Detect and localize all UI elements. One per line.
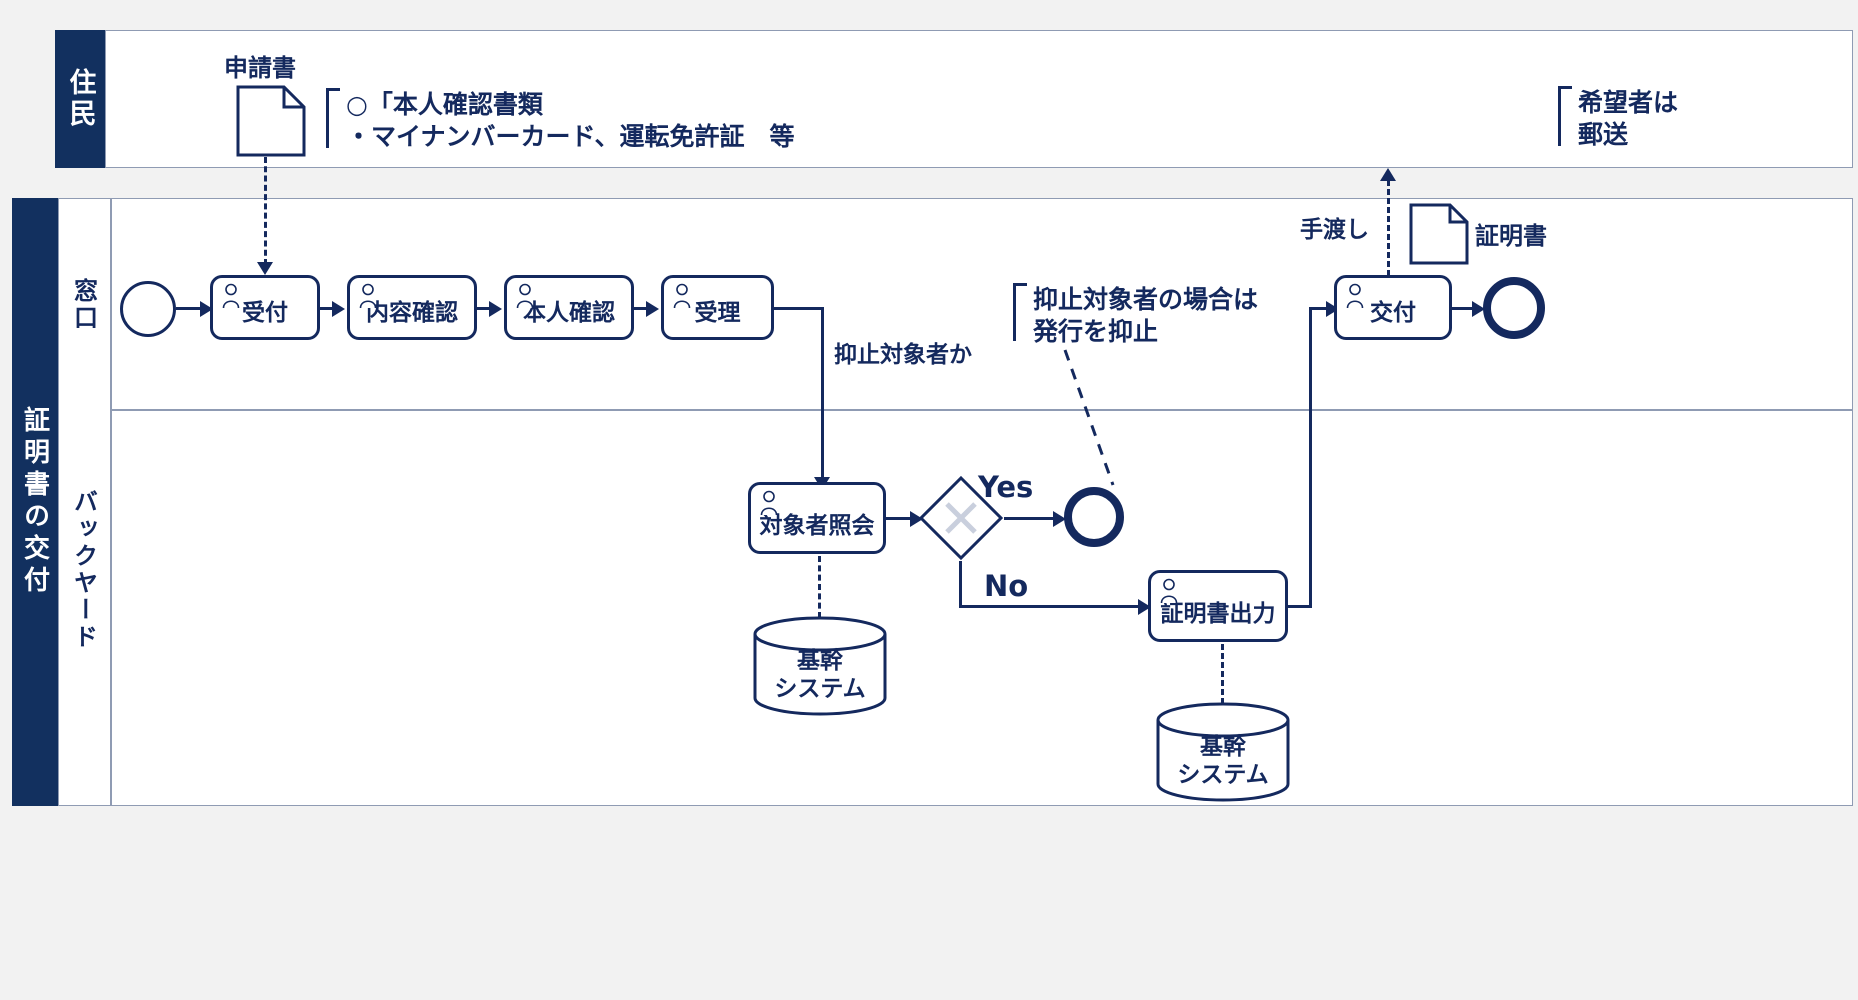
dashed-target-inquiry-to-db	[818, 556, 821, 618]
identity-docs-bracket	[326, 88, 340, 148]
db2-line1: 基幹	[1200, 734, 1246, 760]
certificate-document-icon	[1409, 203, 1469, 265]
task-target-inquiry-label: 対象者照会	[759, 512, 875, 539]
lane-label-column-divider	[110, 198, 112, 806]
arrowhead-delivery-to-resident	[1380, 168, 1396, 181]
handover-label: 手渡し	[1300, 217, 1369, 243]
mailing-line1: 希望者は	[1578, 88, 1679, 117]
mailing-line2: 郵送	[1578, 120, 1629, 149]
arrowhead-application-to-reception	[257, 262, 273, 275]
user-icon	[673, 283, 691, 309]
application-doc-label: 申請書	[224, 54, 296, 82]
application-document-icon	[236, 85, 306, 157]
lane-label-madoguchi: 窓口	[60, 260, 108, 350]
mailing-bracket	[1558, 86, 1572, 146]
connector-gateway-yes	[1004, 517, 1060, 520]
arrowhead-content-check-to-identity-check	[489, 301, 502, 317]
task-certificate-output-label: 証明書出力	[1160, 600, 1276, 627]
connector-certificate-output-up	[1309, 307, 1312, 607]
dashed-delivery-to-resident	[1387, 180, 1390, 276]
task-content-check[interactable]: 内容確認	[347, 275, 477, 340]
task-target-inquiry[interactable]: 対象者照会	[748, 482, 886, 554]
user-icon	[359, 283, 377, 309]
user-icon	[1346, 283, 1364, 309]
task-identity-check-label: 本人確認	[523, 300, 615, 327]
identity-docs-line2: ・マイナンバーカード、運転免許証 等	[346, 122, 795, 151]
certificate-doc-label: 証明書	[1475, 222, 1547, 250]
db1-line2: システム	[774, 675, 866, 702]
user-icon	[516, 283, 534, 309]
flowchart-canvas: 住民 申請書 ○「本人確認書類 ・マイナンバーカード、運転免許証 等 希望者は …	[0, 0, 1858, 1000]
lane-divider	[110, 409, 1853, 411]
user-icon	[222, 283, 240, 309]
task-content-check-label: 内容確認	[366, 300, 458, 327]
dashed-certificate-output-to-db	[1221, 644, 1224, 704]
end-event-delivered	[1483, 277, 1545, 339]
start-event	[120, 281, 176, 337]
connector-acceptance-right	[774, 307, 824, 310]
user-icon	[1160, 578, 1178, 604]
gateway-condition-label: 抑止対象者か	[834, 342, 972, 368]
lane-label-backyard: バックヤード	[60, 470, 108, 670]
task-identity-check[interactable]: 本人確認	[504, 275, 634, 340]
lane-label-backyard-text: バックヤード	[69, 489, 98, 651]
db1-line1: 基幹	[797, 648, 843, 674]
pool-header-certificate-issuance: 証明書の交付	[12, 198, 58, 806]
task-acceptance-label: 受理	[694, 300, 741, 327]
connector-acceptance-down	[821, 307, 824, 482]
database-core-system-1-label: 基幹 システム	[752, 648, 888, 703]
suppression-line2: 発行を抑止	[1033, 317, 1159, 346]
gateway-yes-label: Yes	[978, 470, 1034, 504]
pool-label-resident: 住民	[64, 68, 96, 130]
arrowhead-reception-to-content-check	[332, 301, 345, 317]
suppression-line1: 抑止対象者の場合は	[1033, 285, 1259, 314]
pool-header-resident: 住民	[55, 30, 105, 168]
lane-label-madoguchi-text: 窓口	[69, 278, 98, 332]
suppression-bracket	[1013, 283, 1027, 341]
task-reception[interactable]: 受付	[210, 275, 320, 340]
connector-gateway-no-right	[959, 605, 1145, 608]
end-event-suppressed	[1064, 487, 1124, 547]
arrowhead-identity-check-to-acceptance	[646, 301, 659, 317]
task-delivery[interactable]: 交付	[1334, 275, 1452, 340]
gateway-no-label: No	[984, 569, 1029, 603]
connector-start-to-reception	[176, 307, 202, 310]
pool-label-certificate-issuance: 証明書の交付	[19, 406, 50, 598]
user-icon	[760, 490, 778, 516]
database-core-system-2-label: 基幹 システム	[1155, 734, 1291, 789]
dashed-application-to-reception	[264, 157, 267, 265]
task-reception-label: 受付	[242, 300, 288, 327]
dashed-suppression-leader	[1063, 349, 1115, 486]
db2-line2: システム	[1177, 761, 1269, 788]
task-certificate-output[interactable]: 証明書出力	[1148, 570, 1288, 642]
task-acceptance[interactable]: 受理	[661, 275, 774, 340]
identity-docs-line1: ○「本人確認書類	[346, 90, 543, 119]
task-delivery-label: 交付	[1370, 300, 1416, 327]
connector-gateway-no-down	[959, 561, 962, 608]
